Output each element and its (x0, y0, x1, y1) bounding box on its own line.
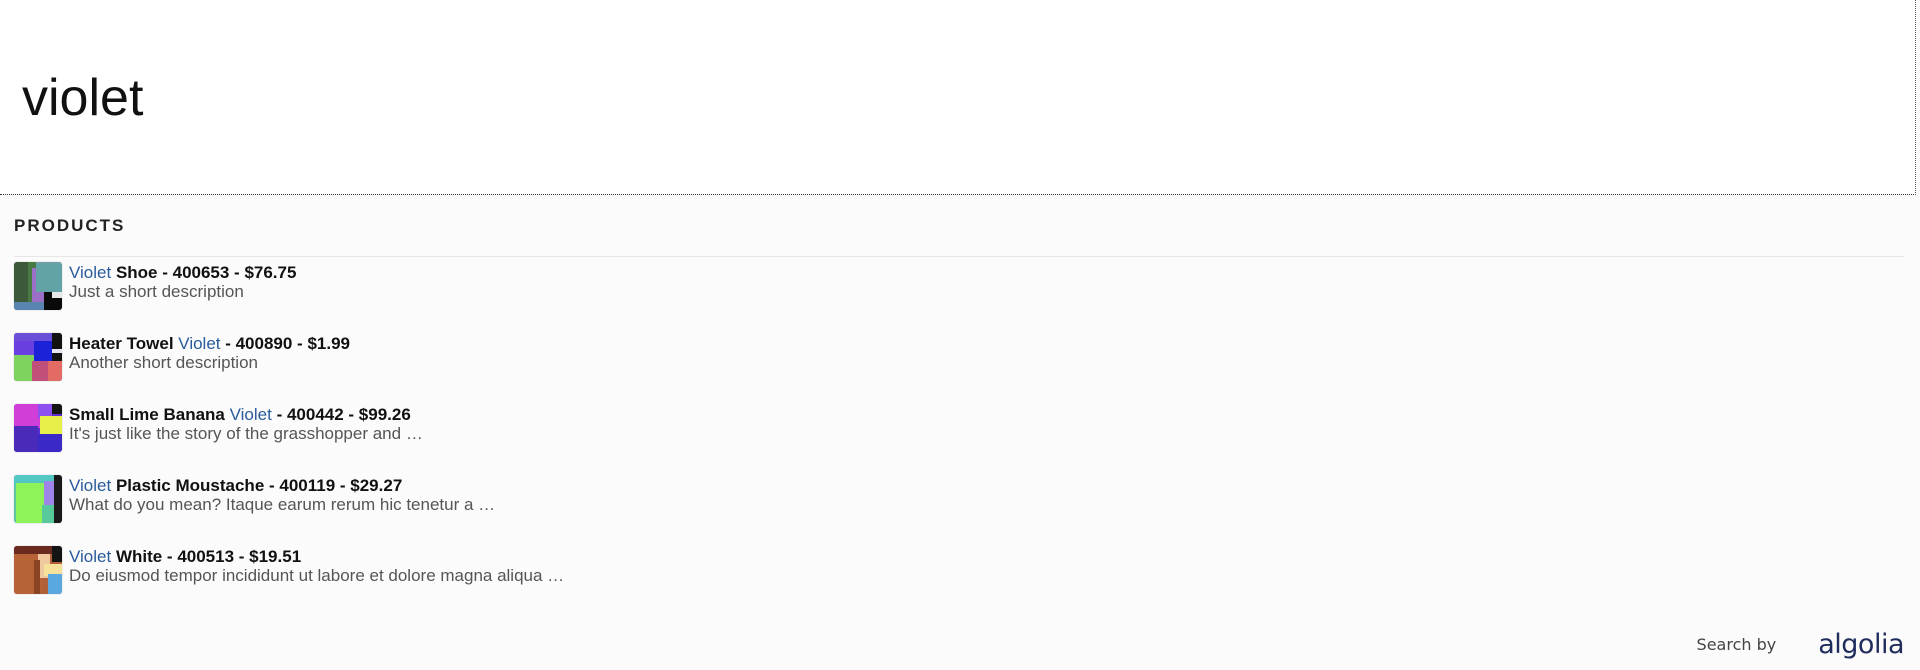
autocomplete-panel: PRODUCTS Violet Shoe - 400653 - $76.75 J… (0, 196, 1920, 670)
result-title: Small Lime Banana Violet - 400442 - $99.… (69, 405, 411, 424)
result-description: Another short description (69, 353, 258, 372)
result-description: Do eiusmod tempor incididunt ut labore e… (69, 566, 565, 585)
result-item[interactable]: Violet Plastic Moustache - 400119 - $29.… (14, 475, 1894, 525)
section-divider (14, 256, 1904, 257)
result-title: Violet Shoe - 400653 - $76.75 (69, 263, 297, 282)
product-thumbnail (14, 333, 62, 381)
product-thumbnail (14, 546, 62, 594)
result-item[interactable]: Small Lime Banana Violet - 400442 - $99.… (14, 404, 1894, 454)
highlight-text: Violet (69, 476, 112, 495)
result-item[interactable]: Violet White - 400513 - $19.51 Do eiusmo… (14, 546, 1894, 596)
section-title: PRODUCTS (14, 216, 126, 235)
search-input[interactable] (22, 62, 1872, 134)
search-by-footer[interactable]: Search by algolia (1696, 629, 1905, 660)
product-thumbnail (14, 262, 62, 310)
highlight-text: Violet (69, 547, 112, 566)
highlight-text: Violet (229, 405, 272, 424)
highlight-text: Violet (69, 263, 112, 282)
product-thumbnail (14, 475, 62, 523)
result-item[interactable]: Violet Shoe - 400653 - $76.75 Just a sho… (14, 262, 1894, 312)
search-by-label: Search by (1696, 635, 1777, 654)
algolia-logo[interactable]: algolia (1818, 629, 1904, 660)
search-area (0, 0, 1916, 195)
result-description: Just a short description (69, 282, 244, 301)
product-thumbnail (14, 404, 62, 452)
result-title: Heater Towel Violet - 400890 - $1.99 (69, 334, 350, 353)
result-item[interactable]: Heater Towel Violet - 400890 - $1.99 Ano… (14, 333, 1894, 383)
result-title: Violet Plastic Moustache - 400119 - $29.… (69, 476, 403, 495)
result-description: It's just like the story of the grasshop… (69, 424, 423, 443)
result-title: Violet White - 400513 - $19.51 (69, 547, 302, 566)
result-description: What do you mean? Itaque earum rerum hic… (69, 495, 496, 514)
highlight-text: Violet (178, 334, 221, 353)
